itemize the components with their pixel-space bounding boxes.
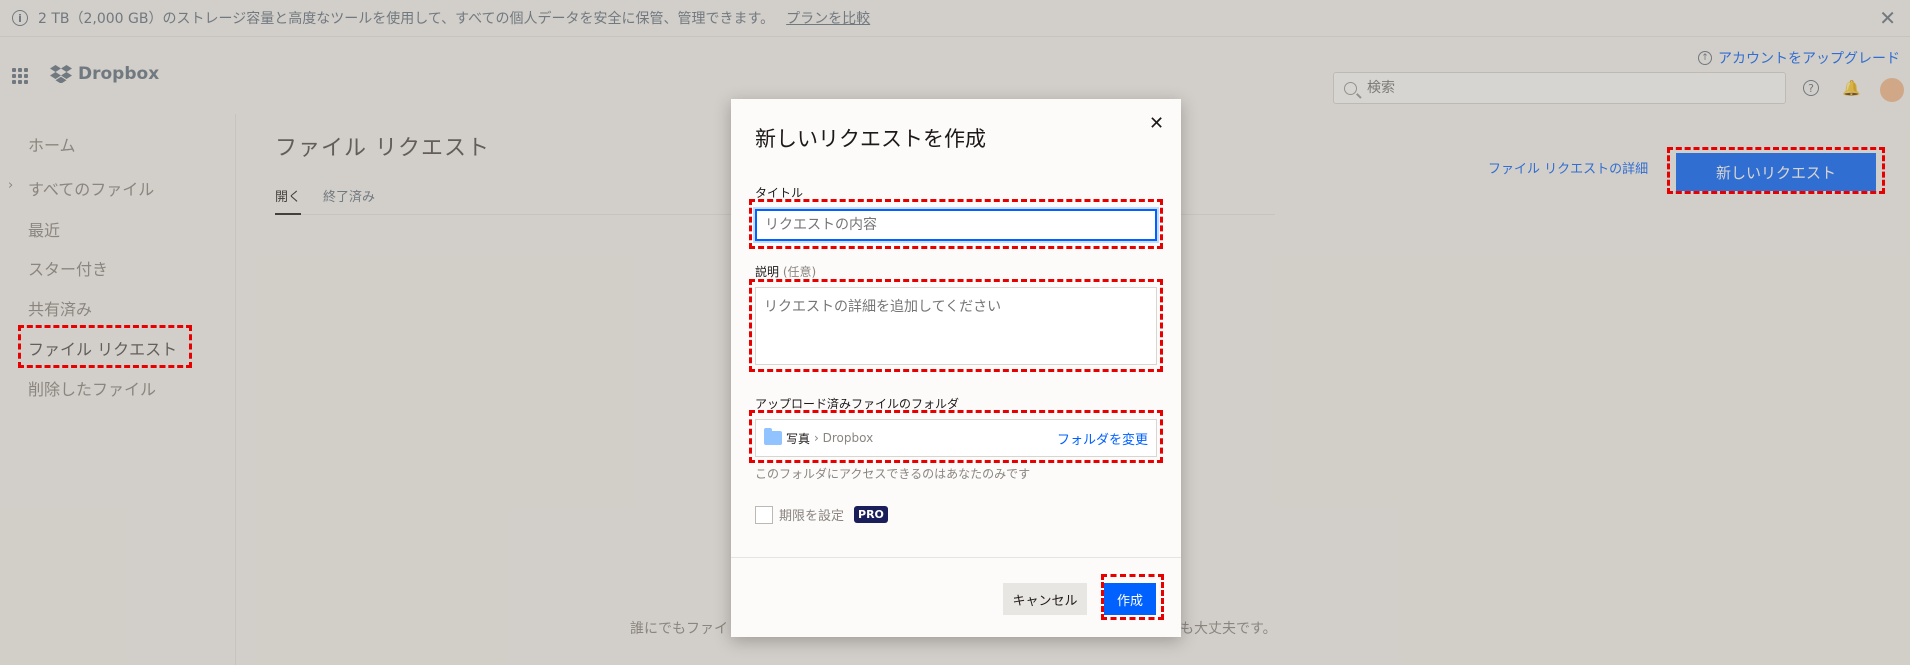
highlight-box-title <box>749 199 1163 249</box>
divider <box>731 557 1181 558</box>
dialog-title: 新しいリクエストを作成 <box>755 127 986 151</box>
highlight-box-description <box>749 279 1163 372</box>
pro-badge: PRO <box>854 506 888 523</box>
description-label: 説明 (任意) <box>755 263 816 280</box>
highlight-box-sidebar <box>18 325 192 368</box>
deadline-row: 期限を設定 PRO <box>755 505 888 524</box>
cancel-button[interactable]: キャンセル <box>1003 583 1087 615</box>
highlight-box-folder <box>749 410 1163 463</box>
highlight-box-create <box>1101 574 1164 620</box>
close-icon[interactable]: ✕ <box>1149 113 1164 134</box>
description-label-text: 説明 <box>755 265 780 279</box>
highlight-box-new-request <box>1667 147 1885 194</box>
create-request-dialog: 新しいリクエストを作成 ✕ タイトル 説明 (任意) アップロード済みファイルの… <box>731 99 1181 637</box>
folder-access-note: このフォルダにアクセスできるのはあなたのみです <box>755 467 1031 481</box>
deadline-checkbox[interactable] <box>755 505 773 524</box>
deadline-label: 期限を設定 <box>779 509 845 524</box>
optional-text: (任意) <box>782 265 817 279</box>
